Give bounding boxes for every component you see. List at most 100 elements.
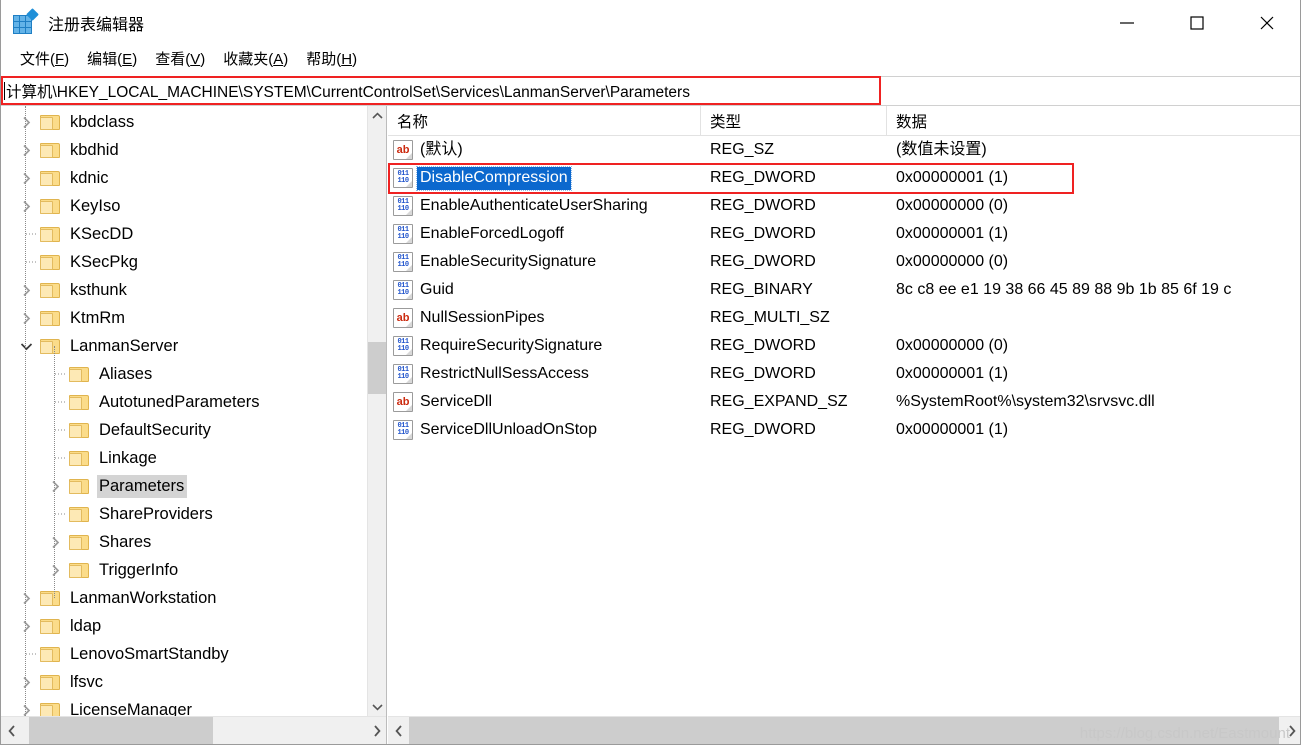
menu-item-help[interactable]: 帮助(H) xyxy=(297,48,366,72)
tree-item-ldap[interactable]: ldap xyxy=(1,612,368,640)
value-row[interactable]: 011 110 RestrictNullSessAccess REG_DWORD 0x0… xyxy=(388,360,1300,388)
tree-connector xyxy=(41,360,69,388)
tree-item-label: LanmanWorkstation xyxy=(70,588,217,607)
tree-horizontal-scrollbar[interactable] xyxy=(1,716,386,744)
registry-editor-window: 注册表编辑器 文件(F) 编辑(E) 查看(V) 收藏夹(A) 帮助(H) 计算机\HK… xyxy=(0,0,1301,745)
chevron-right-icon[interactable] xyxy=(12,192,40,220)
tree-item-kbdclass[interactable]: kbdclass xyxy=(1,108,368,136)
tree-item-label: lfsvc xyxy=(70,672,103,691)
menu-item-view[interactable]: 查看(V) xyxy=(146,48,214,72)
tree-item-autotunedparameters[interactable]: AutotunedParameters xyxy=(1,388,368,416)
tree-item-shareproviders[interactable]: ShareProviders xyxy=(1,500,368,528)
tree-item-parameters[interactable]: Parameters xyxy=(1,472,368,500)
tree-scroll-thumb[interactable] xyxy=(368,342,386,394)
tree-item-label: ShareProviders xyxy=(99,504,213,523)
column-header-name[interactable]: 名称 xyxy=(388,106,701,136)
minimize-button[interactable] xyxy=(1092,0,1162,46)
value-row[interactable]: ab NullSessionPipes REG_MULTI_SZ xyxy=(388,304,1300,332)
folder-icon xyxy=(40,170,61,187)
chevron-down-icon[interactable] xyxy=(12,332,40,360)
scroll-left-icon[interactable] xyxy=(388,717,409,744)
menu-item-favorites[interactable]: 收藏夹(A) xyxy=(214,48,297,72)
value-data: 0x00000001 (1) xyxy=(896,365,1009,382)
list-horizontal-scrollbar[interactable] xyxy=(388,716,1300,744)
value-type: REG_DWORD xyxy=(710,365,816,382)
chevron-right-icon[interactable] xyxy=(12,668,40,696)
chevron-right-icon[interactable] xyxy=(12,108,40,136)
folder-icon xyxy=(40,702,61,716)
tree-vertical-scrollbar[interactable] xyxy=(367,106,386,716)
tree-item-kbdhid[interactable]: kbdhid xyxy=(1,136,368,164)
chevron-right-icon[interactable] xyxy=(12,276,40,304)
list-hscroll-thumb[interactable] xyxy=(409,717,1279,744)
maximize-button[interactable] xyxy=(1162,0,1232,46)
chevron-right-icon[interactable] xyxy=(12,164,40,192)
value-name: RequireSecuritySignature xyxy=(420,336,603,354)
tree-item-linkage[interactable]: Linkage xyxy=(1,444,368,472)
registry-values-panel: 名称 类型 数据 ab (默认) REG_SZ (数值未设置) 011 110 DisableC… xyxy=(388,106,1300,744)
scroll-down-icon[interactable] xyxy=(368,697,386,716)
tree-item-keyiso[interactable]: KeyIso xyxy=(1,192,368,220)
folder-icon xyxy=(69,422,90,439)
tree-item-ksecdd[interactable]: KSecDD xyxy=(1,220,368,248)
chevron-right-icon[interactable] xyxy=(12,304,40,332)
tree-item-lfsvc[interactable]: lfsvc xyxy=(1,668,368,696)
tree-item-licensemanager[interactable]: LicenseManager xyxy=(1,696,368,716)
column-header-type[interactable]: 类型 xyxy=(701,106,887,136)
scroll-right-icon[interactable] xyxy=(366,717,386,744)
tree-item-label: TriggerInfo xyxy=(99,560,179,579)
value-name: NullSessionPipes xyxy=(420,308,545,326)
tree-item-label: KeyIso xyxy=(70,196,121,215)
tree-item-ksthunk[interactable]: ksthunk xyxy=(1,276,368,304)
value-row[interactable]: 011 110 RequireSecuritySignature REG_DWORD 0… xyxy=(388,332,1300,360)
folder-icon xyxy=(69,534,90,551)
chevron-right-icon[interactable] xyxy=(12,584,40,612)
chevron-right-icon[interactable] xyxy=(12,136,40,164)
address-bar[interactable]: 计算机\HKEY_LOCAL_MACHINE\SYSTEM\CurrentCon… xyxy=(1,76,1300,106)
tree-item-lanmanserver[interactable]: LanmanServer xyxy=(1,332,368,360)
value-data: 0x00000001 (1) xyxy=(896,421,1009,438)
chevron-right-icon[interactable] xyxy=(12,696,40,716)
tree-item-triggerinfo[interactable]: TriggerInfo xyxy=(1,556,368,584)
title-bar: 注册表编辑器 xyxy=(1,0,1300,46)
value-data: 0x00000000 (0) xyxy=(896,197,1009,214)
folder-icon xyxy=(40,226,61,243)
tree-item-label: KtmRm xyxy=(70,308,125,327)
column-header-data[interactable]: 数据 xyxy=(887,106,1300,136)
value-row[interactable]: 011 110 DisableCompression REG_DWORD 0x00000… xyxy=(388,164,1300,192)
value-row[interactable]: 011 110 ServiceDllUnloadOnStop REG_DWORD 0x0… xyxy=(388,416,1300,444)
value-data: %SystemRoot%\system32\srvsvc.dll xyxy=(896,393,1155,410)
value-row[interactable]: 011 110 EnableForcedLogoff REG_DWORD 0x00000… xyxy=(388,220,1300,248)
menu-item-file[interactable]: 文件(F) xyxy=(11,48,78,72)
tree-item-defaultsecurity[interactable]: DefaultSecurity xyxy=(1,416,368,444)
chevron-right-icon[interactable] xyxy=(41,472,69,500)
tree-item-lenovosmartstandby[interactable]: LenovoSmartStandby xyxy=(1,640,368,668)
tree-item-lanmanworkstation[interactable]: LanmanWorkstation xyxy=(1,584,368,612)
tree-item-aliases[interactable]: Aliases xyxy=(1,360,368,388)
folder-icon xyxy=(40,674,61,691)
folder-icon xyxy=(40,646,61,663)
value-row[interactable]: ab (默认) REG_SZ (数值未设置) xyxy=(388,136,1300,164)
folder-icon xyxy=(40,310,61,327)
value-row[interactable]: 011 110 EnableSecuritySignature REG_DWORD 0x… xyxy=(388,248,1300,276)
chevron-right-icon[interactable] xyxy=(41,556,69,584)
tree-item-label: DefaultSecurity xyxy=(99,420,211,439)
scroll-left-icon[interactable] xyxy=(1,717,22,744)
menu-item-edit[interactable]: 编辑(E) xyxy=(78,48,146,72)
main-content: kbdclass kbdhid kdnic KeyIso KSecDD KSecPkg ks… xyxy=(1,106,1300,744)
chevron-right-icon[interactable] xyxy=(12,612,40,640)
value-row[interactable]: ab ServiceDll REG_EXPAND_SZ %SystemRoot%\sy… xyxy=(388,388,1300,416)
tree-item-ksecpkg[interactable]: KSecPkg xyxy=(1,248,368,276)
tree-item-kdnic[interactable]: kdnic xyxy=(1,164,368,192)
scroll-right-icon[interactable] xyxy=(1281,717,1300,744)
chevron-right-icon[interactable] xyxy=(41,528,69,556)
tree-hscroll-thumb[interactable] xyxy=(29,717,213,744)
list-column-headers: 名称 类型 数据 xyxy=(388,106,1300,136)
tree-item-ktmrm[interactable]: KtmRm xyxy=(1,304,368,332)
value-row[interactable]: 011 110 Guid REG_BINARY 8c c8 ee e1 19 38 66… xyxy=(388,276,1300,304)
tree-item-shares[interactable]: Shares xyxy=(1,528,368,556)
folder-icon xyxy=(69,506,90,523)
close-button[interactable] xyxy=(1232,0,1300,46)
value-row[interactable]: 011 110 EnableAuthenticateUserSharing REG_D… xyxy=(388,192,1300,220)
scroll-up-icon[interactable] xyxy=(368,106,386,125)
